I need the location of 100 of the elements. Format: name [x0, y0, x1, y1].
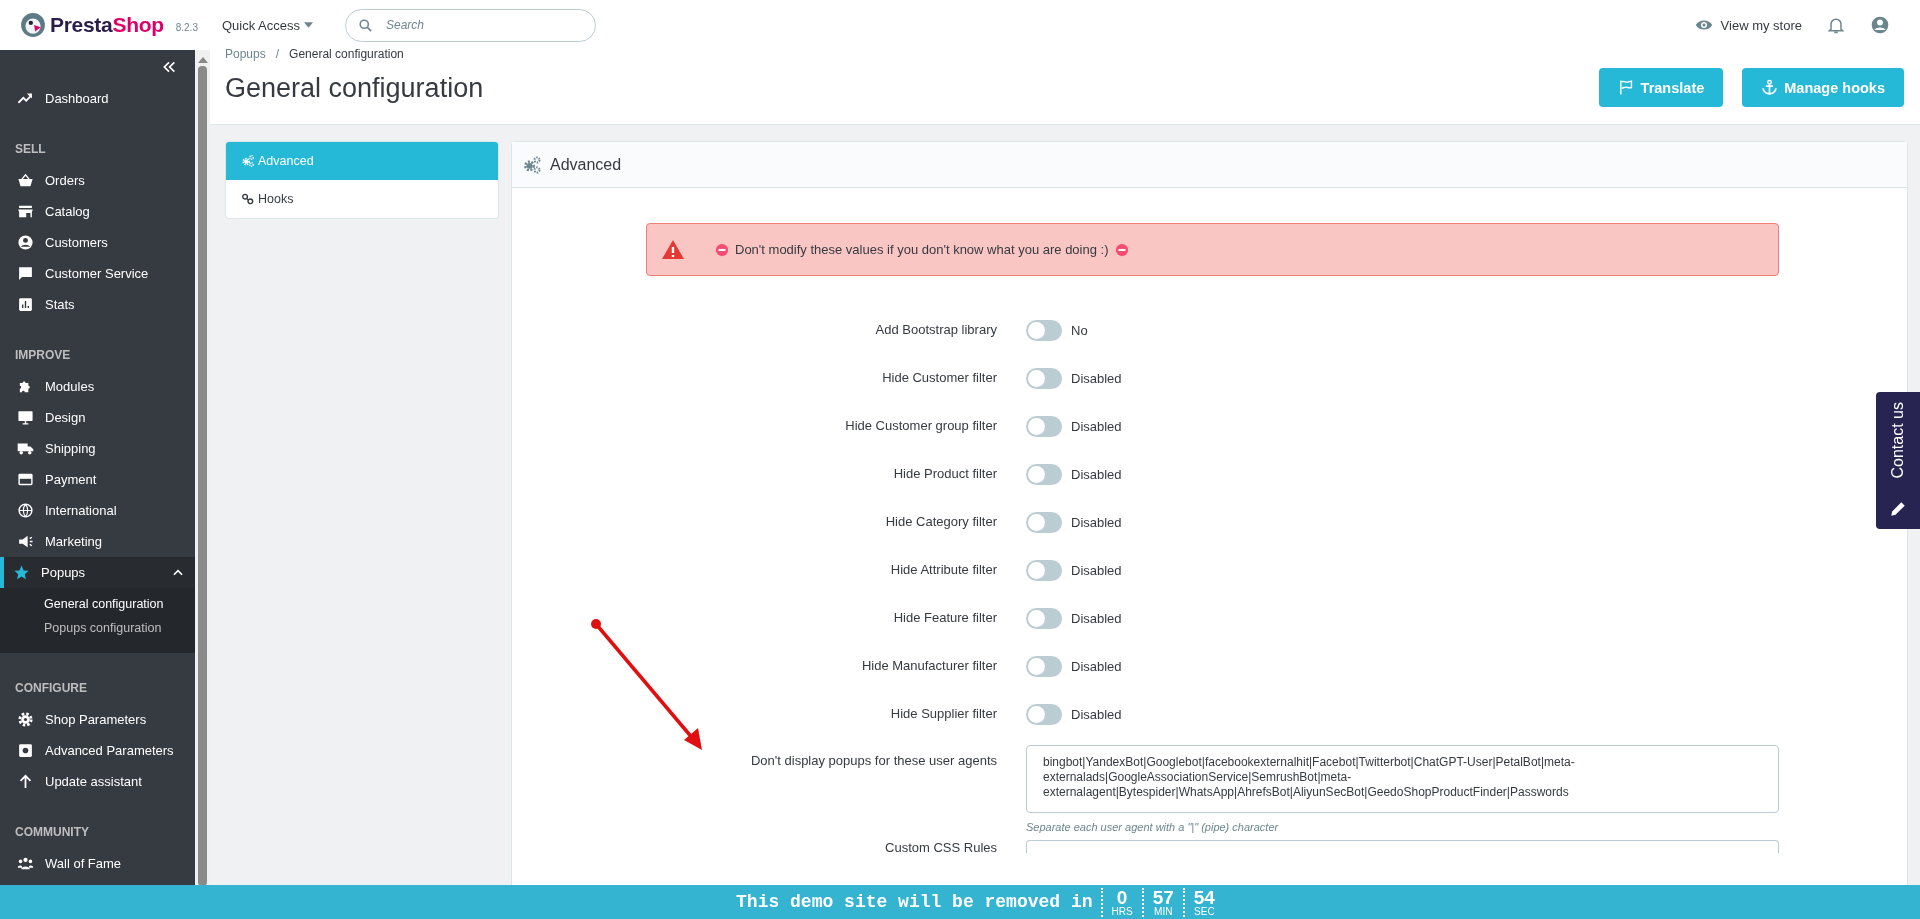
switch-state-text: Disabled — [1071, 466, 1122, 482]
sidebar-item[interactable]: Customers — [0, 227, 195, 258]
quick-access-menu[interactable]: Quick Access — [221, 17, 313, 33]
sidebar-item[interactable]: Shop Parameters — [0, 704, 195, 735]
people-icon — [17, 855, 34, 872]
page-title: General configuration — [225, 73, 484, 104]
breadcrumb-link[interactable]: General configuration — [289, 47, 404, 61]
pencil-icon — [1888, 499, 1908, 519]
text-area[interactable]: bingbot|YandexBot|Googlebot|facebookexternalhit|Facebot|Twitterbot|ChatGPT-User|PetalBot|meta-externalads|GoogleAssociationService|SemrushBot|meta-externalagent|Bytespider|WhatsApp|AhrefsBot|AliyunSecBot|GeedoShopProductFinder|Passwords — [1026, 745, 1779, 813]
submenu-item[interactable]: General configuration — [44, 592, 195, 616]
sidebar-item[interactable]: Orders — [0, 165, 195, 196]
sidebar-item[interactable]: International — [0, 495, 195, 526]
toggle-switch[interactable] — [1026, 655, 1062, 677]
toggle-switch[interactable] — [1026, 463, 1062, 485]
toggle-switch[interactable] — [1026, 703, 1062, 725]
field-label: Hide Attribute filter — [889, 561, 997, 579]
countdown-unit: HRS — [1111, 906, 1133, 917]
gear-box-icon — [17, 742, 34, 759]
caret-icon — [304, 22, 313, 28]
no-entry-icon — [1114, 242, 1129, 257]
settings-icon — [17, 711, 34, 728]
section-heading: SELL — [14, 141, 47, 158]
field-label: Hide Manufacturer filter — [860, 657, 997, 675]
arrow-up-icon — [17, 773, 34, 790]
section-heading: CONFIGURE — [14, 680, 88, 697]
countdown-value: 0 — [1116, 887, 1128, 907]
text-area[interactable] — [1026, 840, 1779, 853]
star-icon — [13, 564, 30, 581]
countdown-unit: MIN — [1154, 906, 1173, 917]
countdown-value: 54 — [1193, 887, 1215, 907]
brand-logo-text: PrestaShop — [50, 13, 164, 37]
sidebar-item[interactable]: Wall of Fame — [0, 848, 195, 879]
help-text: Separate each user agent with a "|" (pipe) character — [1026, 821, 1280, 833]
toggle-switch[interactable] — [1026, 415, 1062, 437]
field-label: Custom CSS Rules — [884, 839, 997, 857]
field-label: Hide Feature filter — [892, 609, 997, 627]
sidebar-item[interactable]: Customer Service — [0, 258, 195, 289]
bar-chart-icon — [17, 296, 34, 313]
switch-state-text: Disabled — [1071, 418, 1122, 434]
sidebar-item[interactable]: Catalog — [0, 196, 195, 227]
countdown-unit: SEC — [1194, 906, 1215, 917]
field-label: Hide Customer filter — [881, 369, 997, 387]
switch-state-text: Disabled — [1071, 562, 1122, 578]
switch-state-text: Disabled — [1071, 706, 1122, 722]
switch-state-text: No — [1071, 322, 1088, 338]
switch-state-text: Disabled — [1071, 658, 1122, 674]
panel-title: Advanced — [550, 155, 622, 174]
view-store-link[interactable]: View my store — [1694, 16, 1802, 34]
sidebar-item[interactable]: Popups — [0, 557, 195, 588]
scrollbar-thumb[interactable] — [198, 66, 207, 886]
user-icon[interactable] — [1870, 15, 1890, 35]
switch-state-text: Disabled — [1071, 514, 1122, 530]
section-heading: IMPROVE — [14, 347, 72, 364]
card-icon — [17, 471, 34, 488]
megaphone-icon — [17, 533, 34, 550]
toggle-switch[interactable] — [1026, 511, 1062, 533]
field-label: Hide Product filter — [892, 465, 997, 483]
section-heading: COMMUNITY — [14, 824, 90, 841]
sidebar-item[interactable]: Payment — [0, 464, 195, 495]
store-icon — [17, 203, 34, 220]
alert-message: Don't modify these values if you don't know what you are doing :) — [735, 242, 1109, 257]
toggle-switch[interactable] — [1026, 559, 1062, 581]
breadcrumb-separator: / — [275, 47, 280, 61]
contact-us-tab[interactable]: Contact us — [1876, 392, 1920, 529]
flag-icon — [1617, 79, 1635, 96]
toggle-switch[interactable] — [1026, 319, 1062, 341]
sidebar-item[interactable]: Advanced Parameters — [0, 735, 195, 766]
breadcrumb-link[interactable]: Popups — [225, 47, 266, 61]
toggle-switch[interactable] — [1026, 607, 1062, 629]
banner-text: This demo site will be removed in — [736, 892, 1093, 912]
field-label: Hide Supplier filter — [889, 705, 997, 723]
search-icon — [358, 17, 373, 33]
globe-icon — [17, 502, 34, 519]
basket-icon — [17, 172, 34, 189]
chat-icon — [17, 265, 34, 282]
sidebar-item[interactable]: Design — [0, 402, 195, 433]
field-label: Hide Customer group filter — [844, 417, 997, 435]
search-field[interactable]: Search — [345, 8, 596, 42]
tab[interactable]: Hooks — [226, 180, 498, 218]
field-label: Don't display popups for these user agents — [749, 752, 997, 770]
sidebar-item[interactable]: Modules — [0, 371, 195, 402]
sidebar-item[interactable]: Dashboard — [0, 83, 195, 114]
switch-state-text: Disabled — [1071, 610, 1122, 626]
version-text: 8.2.3 — [175, 21, 198, 33]
sidebar-item[interactable]: Stats — [0, 289, 195, 320]
sidebar-item[interactable]: Update assistant — [0, 766, 195, 797]
user-icon — [17, 234, 34, 251]
monitor-icon — [17, 409, 34, 426]
field-label: Add Bootstrap library — [874, 321, 997, 339]
sidebar-item[interactable]: Shipping — [0, 433, 195, 464]
toggle-switch[interactable] — [1026, 367, 1062, 389]
logo-icon — [20, 12, 46, 38]
link-icon — [241, 192, 255, 206]
switch-state-text: Disabled — [1071, 370, 1122, 386]
anchor-icon — [1761, 79, 1779, 96]
no-entry-icon — [715, 242, 729, 257]
submenu-item[interactable]: Popups configuration — [44, 616, 195, 640]
sidebar-item[interactable]: Marketing — [0, 526, 195, 557]
field-label: Hide Category filter — [884, 513, 997, 531]
countdown-value: 57 — [1152, 887, 1174, 907]
